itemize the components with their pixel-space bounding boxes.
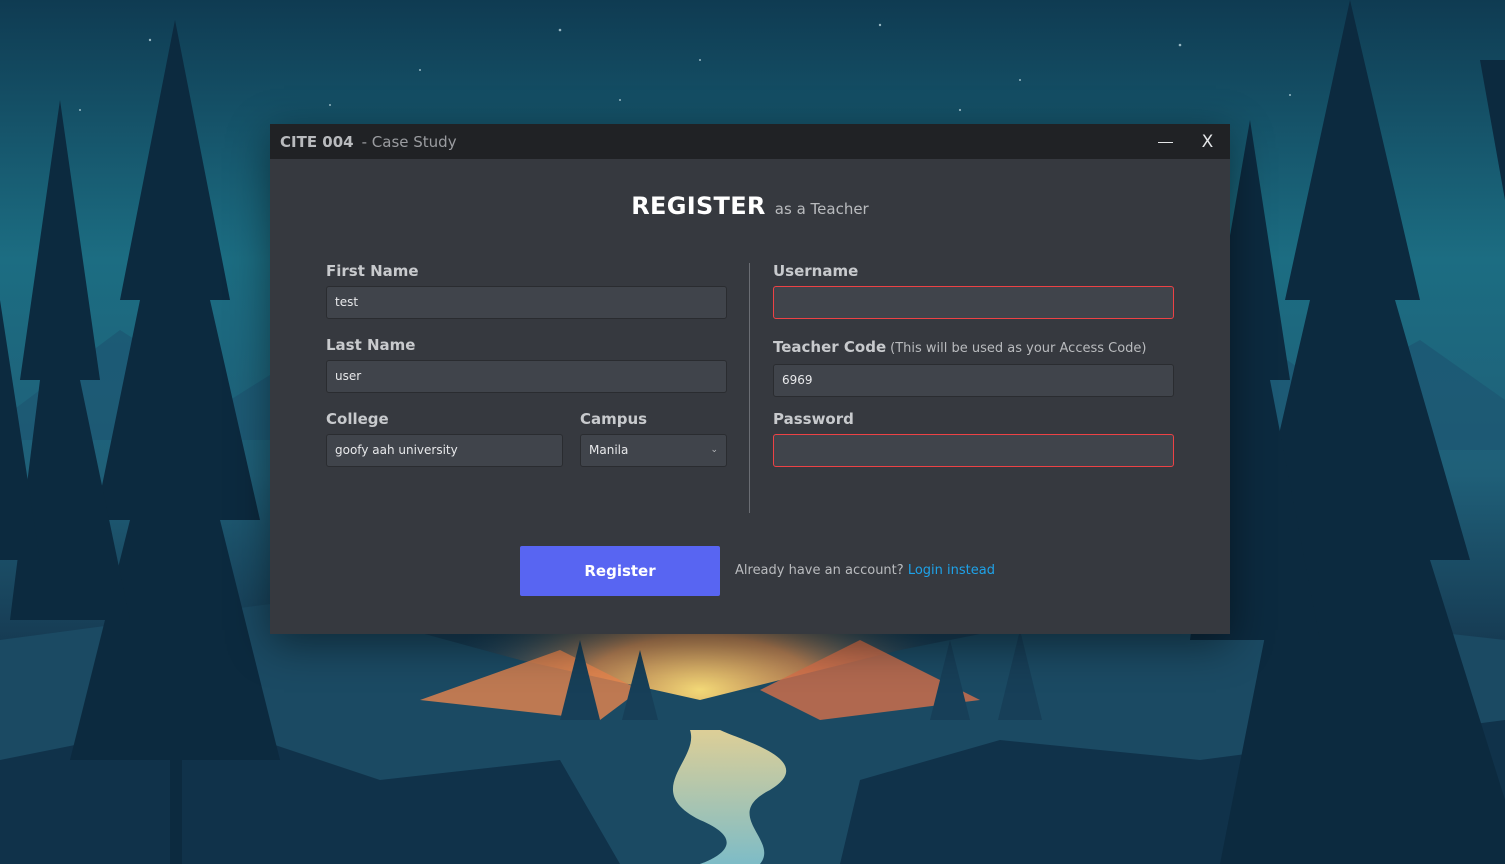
already-account-text: Already have an account?: [735, 563, 904, 578]
campus-select[interactable]: Manila ⌄: [580, 434, 727, 467]
desktop-background: CITE 004 - Case Study X REGISTER as a Te…: [0, 0, 1505, 864]
title-bar[interactable]: CITE 004 - Case Study X: [270, 124, 1230, 159]
login-instead-link[interactable]: Login instead: [908, 563, 995, 578]
register-window: CITE 004 - Case Study X REGISTER as a Te…: [270, 124, 1230, 634]
password-input[interactable]: [773, 434, 1174, 467]
minimize-button[interactable]: [1143, 124, 1188, 159]
password-label: Password: [773, 410, 854, 428]
minimize-icon: [1158, 142, 1173, 143]
page-title: REGISTER: [631, 192, 766, 220]
teacher-code-input[interactable]: 6969: [773, 364, 1174, 397]
last-name-input[interactable]: user: [326, 360, 727, 393]
first-name-input[interactable]: test: [326, 286, 727, 319]
campus-selected-value: Manila: [589, 443, 629, 457]
page-heading: REGISTER as a Teacher: [270, 192, 1230, 220]
teacher-code-hint: (This will be used as your Access Code): [890, 341, 1147, 356]
username-label: Username: [773, 262, 859, 280]
register-button[interactable]: Register: [520, 546, 720, 596]
column-divider: [749, 263, 750, 513]
chevron-down-icon: ⌄: [710, 445, 718, 455]
login-prompt: Already have an account? Login instead: [735, 563, 995, 578]
last-name-label: Last Name: [326, 336, 416, 354]
page-subtitle: as a Teacher: [774, 200, 869, 218]
close-icon: X: [1201, 131, 1214, 152]
college-label: College: [326, 410, 389, 428]
teacher-code-label-text: Teacher Code: [773, 338, 887, 356]
username-input[interactable]: [773, 286, 1174, 319]
teacher-code-label: Teacher Code (This will be used as your A…: [773, 338, 1147, 356]
first-name-label: First Name: [326, 262, 419, 280]
app-subtitle: - Case Study: [361, 132, 457, 151]
college-input[interactable]: goofy aah university: [326, 434, 563, 467]
campus-label: Campus: [580, 410, 648, 428]
app-name: CITE 004: [280, 132, 354, 151]
close-button[interactable]: X: [1185, 124, 1230, 159]
